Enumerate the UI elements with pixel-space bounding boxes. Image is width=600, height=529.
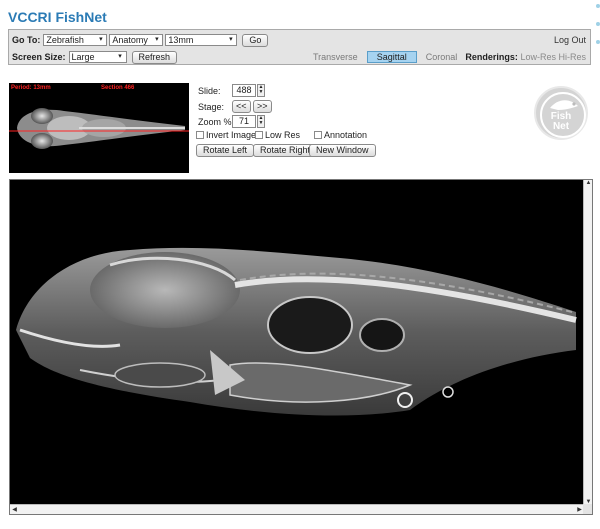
mode-value: Anatomy [112, 35, 148, 45]
invert-image-checkbox[interactable]: Invert Image [196, 130, 256, 140]
new-window-button[interactable]: New Window [309, 144, 376, 157]
renderings: Renderings: Low-Res Hi-Res [465, 52, 586, 62]
species-select[interactable]: Zebrafish ▾ [43, 34, 108, 46]
rendering-low-res[interactable]: Low-Res [520, 52, 556, 62]
chevron-down-icon: ▾ [118, 53, 122, 60]
mode-select[interactable]: Anatomy ▾ [109, 34, 164, 46]
tab-transverse[interactable]: Transverse [310, 52, 361, 62]
zoom-stepper[interactable]: ▲ ▼ [257, 115, 265, 128]
screen-size-label: Screen Size: [12, 52, 66, 62]
logo-text-bottom: Net [552, 121, 570, 132]
right-edge-decoration [596, 0, 600, 60]
stage-select[interactable]: 13mm ▾ [165, 34, 238, 46]
rotate-left-button[interactable]: Rotate Left [196, 144, 255, 157]
chevron-down-icon: ▾ [99, 36, 103, 43]
slide-stepper[interactable]: ▲ ▼ [257, 84, 265, 97]
sagittal-section-image [16, 247, 577, 416]
low-res-label: Low Res [265, 130, 301, 140]
horizontal-scrollbar[interactable]: ◀ ▶ [10, 504, 584, 514]
slide-label: Slide: [198, 86, 221, 96]
view-tabs: Transverse Sagittal Coronal [310, 51, 460, 63]
annotation-label: Annotation [324, 130, 368, 140]
go-button[interactable]: Go [242, 33, 269, 47]
slide-input[interactable]: 488 [232, 84, 256, 97]
toolbar-row-view: Screen Size: Large ▾ Refresh Transverse … [12, 49, 586, 65]
tab-sagittal[interactable]: Sagittal [366, 51, 417, 63]
screen-size-value: Large [71, 52, 95, 62]
thumbnail-section-label: Section 466 [101, 85, 135, 91]
zoom-input[interactable]: 71 [232, 115, 256, 128]
species-value: Zebrafish [46, 35, 84, 45]
annotation-checkbox[interactable]: Annotation [314, 130, 367, 140]
prev-stage-button[interactable]: << [232, 100, 251, 113]
vertical-scrollbar[interactable]: ▲ ▼ [583, 180, 592, 505]
chevron-down-icon: ▾ [229, 36, 233, 43]
app-title: VCCRI FishNet [8, 9, 107, 25]
scroll-corner [583, 504, 592, 514]
rendering-hi-res[interactable]: Hi-Res [558, 52, 586, 62]
stage-value: 13mm [168, 35, 194, 45]
chevron-down-icon: ▾ [155, 36, 159, 43]
logout-link[interactable]: Log Out [554, 35, 586, 45]
toolbar: Go To: Zebrafish ▾ Anatomy ▾ 13mm ▾ Go L… [8, 29, 591, 65]
screen-size-select[interactable]: Large ▾ [68, 51, 127, 63]
thumbnail-navigator[interactable]: Period: 13mm Section 466 [9, 83, 189, 173]
toolbar-row-goto: Go To: Zebrafish ▾ Anatomy ▾ 13mm ▾ Go L… [12, 32, 586, 48]
checkbox-box[interactable] [314, 131, 322, 139]
tab-coronal[interactable]: Coronal [423, 52, 461, 62]
renderings-label: Renderings: [465, 52, 518, 62]
fishnet-logo: Fish Net [534, 86, 588, 140]
scroll-up-icon[interactable]: ▲ [584, 180, 592, 186]
image-viewer[interactable]: ▲ ▼ ◀ ▶ [9, 179, 593, 515]
checkbox-box[interactable] [255, 131, 263, 139]
rotate-right-button[interactable]: Rotate Right [253, 144, 318, 157]
goto-label: Go To: [12, 35, 41, 45]
thumbnail-period-label: Period: 13mm [11, 85, 51, 91]
thumbnail-fish-image [9, 108, 189, 149]
low-res-checkbox[interactable]: Low Res [255, 130, 300, 140]
stage-label: Stage: [198, 102, 225, 112]
zoom-label: Zoom %: [198, 117, 235, 127]
refresh-button[interactable]: Refresh [131, 50, 178, 64]
next-stage-button[interactable]: >> [253, 100, 272, 113]
checkbox-box[interactable] [196, 131, 204, 139]
scroll-left-icon[interactable]: ◀ [10, 506, 19, 513]
invert-image-label: Invert Image [206, 130, 257, 140]
